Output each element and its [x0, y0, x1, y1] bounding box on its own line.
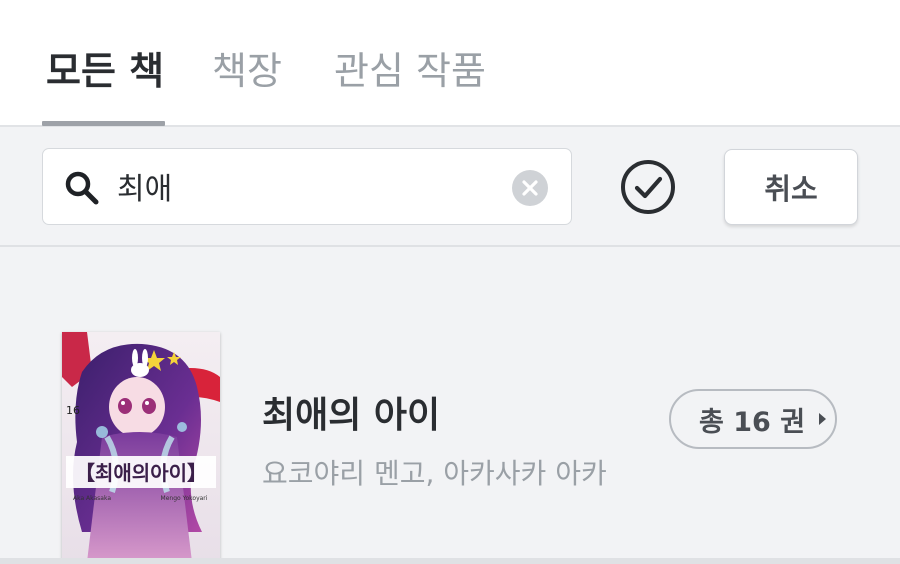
cover-author-right: Mengo Yokoyari — [161, 495, 208, 502]
cover-title: 【최애의아이】 — [75, 461, 207, 485]
cancel-button[interactable]: 취소 — [724, 149, 858, 225]
book-authors: 요코야리 멘고, 아카사카 아카 — [262, 457, 607, 490]
search-icon — [65, 171, 99, 205]
search-toolbar: 취소 — [0, 127, 900, 247]
book-title[interactable]: 최애의 아이 — [262, 394, 440, 438]
search-box[interactable] — [42, 148, 572, 225]
tab-bar: 모든 책 책장 관심 작품 — [0, 0, 900, 127]
divider — [0, 558, 900, 564]
cover-author-left: Aka Akasaka — [73, 495, 111, 502]
active-tab-indicator — [42, 121, 165, 126]
cover-illustration: 16 【최애의아이】 Aka Akasaka Mengo Yokoyari — [62, 332, 220, 562]
clear-search-icon[interactable] — [511, 169, 549, 207]
list-item[interactable]: 16 【최애의아이】 Aka Akasaka Mengo Yokoyari 최애… — [0, 247, 900, 564]
cover-volume-number: 16 — [66, 404, 80, 417]
tab-bookshelf[interactable]: 책장 — [212, 47, 282, 95]
library-screen: 모든 책 책장 관심 작품 취소 — [0, 0, 900, 564]
volume-count-label: 총 16 권 — [699, 406, 806, 438]
chevron-right-icon — [819, 413, 827, 425]
tab-favorites[interactable]: 관심 작품 — [334, 47, 486, 95]
tab-all-books[interactable]: 모든 책 — [46, 47, 164, 95]
check-circle-icon[interactable] — [619, 158, 677, 216]
volume-count-button[interactable]: 총 16 권 — [669, 389, 837, 449]
book-cover-image[interactable]: 16 【최애의아이】 Aka Akasaka Mengo Yokoyari — [62, 332, 220, 562]
search-input[interactable] — [117, 163, 497, 209]
